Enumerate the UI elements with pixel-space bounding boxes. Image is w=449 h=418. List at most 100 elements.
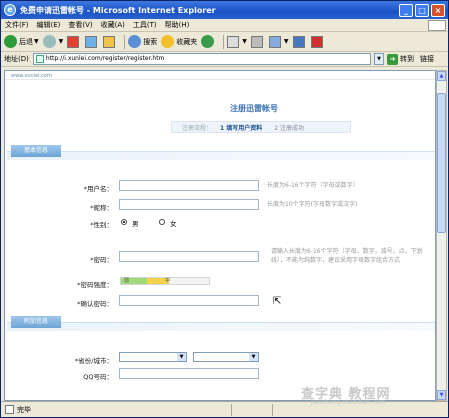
province-city-label: *省份/城市： [75, 357, 113, 365]
browser-window: e 免费申请迅雷帐号 - Microsoft Internet Explorer… [0, 0, 449, 418]
back-label: 后退 [19, 37, 33, 46]
chevron-down-icon: ▼ [177, 353, 186, 361]
username-input[interactable] [119, 180, 259, 191]
scroll-down-icon[interactable]: ▼ [437, 390, 446, 400]
mail-button[interactable]: ▼ [227, 35, 247, 48]
registration-steps: 注册流程： 1 填写用户资料 2 注册成功 [171, 121, 351, 133]
edit-button[interactable]: ▼ [268, 35, 289, 48]
password-strength-meter: 弱 中 [120, 277, 210, 285]
password-input[interactable] [119, 251, 259, 262]
vertical-scrollbar[interactable]: ▲ ▼ [436, 70, 447, 401]
city-select[interactable]: ▼ [193, 352, 259, 362]
page-title: 注册迅雷帐号 [230, 104, 278, 113]
section-bar-extra [7, 322, 435, 331]
address-label: 地址(D) [4, 55, 29, 63]
scroll-up-icon[interactable]: ▲ [437, 71, 446, 81]
print-icon [250, 35, 263, 48]
status-text: 完毕 [17, 405, 31, 414]
ie-logo-icon: e [4, 4, 16, 16]
section-extra-tab: 附加信息 [11, 316, 61, 328]
maximize-button[interactable]: □ [415, 3, 429, 17]
back-button[interactable]: 后退 ▼ [4, 35, 39, 48]
qq-label: QQ号码： [83, 373, 113, 381]
password-hint: 请输入长度为6-16个字符（字母，数字，减号，点，下划线），不能为纯数字，建议采… [271, 248, 423, 264]
links-button[interactable]: 链接 [420, 54, 434, 64]
close-button[interactable]: × [431, 3, 445, 17]
nickname-label: *昵称： [90, 204, 113, 212]
menu-view[interactable]: 查看(V) [68, 20, 92, 30]
history-button[interactable] [201, 35, 216, 48]
toolbar-separator [124, 34, 126, 49]
menu-edit[interactable]: 编辑(E) [37, 20, 61, 30]
step-1: 1 填写用户资料 [220, 124, 263, 132]
address-url: http://i.xunlei.com/register/register.ht… [45, 55, 165, 62]
search-icon [128, 35, 142, 48]
address-dropdown[interactable]: ▼ [374, 53, 384, 65]
go-button[interactable]: 转到 [400, 54, 414, 64]
home-icon [103, 35, 116, 48]
section-basic-tab: 基本信息 [11, 145, 61, 157]
menu-favorites[interactable]: 收藏(A) [101, 20, 125, 30]
search-label: 搜索 [143, 37, 158, 46]
steps-label: 注册流程： [182, 124, 213, 132]
qq-input[interactable] [119, 368, 259, 379]
scroll-thumb[interactable] [437, 93, 446, 233]
print-button[interactable] [250, 35, 265, 48]
menu-bar: 文件(F) 编辑(E) 查看(V) 收藏(A) 工具(T) 帮助(H) [1, 19, 448, 32]
address-input[interactable]: http://i.xunlei.com/register/register.ht… [32, 53, 371, 65]
edit-icon [268, 35, 281, 48]
mouse-cursor-icon: ⇱ [273, 296, 282, 307]
gender-male-label: 男 [132, 220, 139, 228]
nickname-input[interactable] [119, 199, 259, 210]
strength-weak-text: 弱 [124, 278, 130, 284]
thunder-icon [292, 35, 305, 48]
stop-icon [67, 35, 80, 48]
home-button[interactable] [103, 35, 117, 48]
username-hint: 长度为6-16个字符（字母或数字） [267, 182, 359, 189]
minimize-button[interactable]: _ [399, 3, 413, 17]
star-icon [161, 35, 175, 48]
page-icon [35, 55, 44, 63]
thunder-button[interactable] [292, 35, 307, 48]
status-divider [272, 403, 273, 416]
confirm-password-label: *确认密码： [77, 300, 113, 308]
divider [5, 79, 435, 80]
province-select[interactable]: ▼ [119, 352, 187, 362]
gender-female-radio[interactable] [159, 219, 165, 225]
gender-label: *性别： [90, 221, 113, 229]
page-done-icon [5, 405, 14, 414]
menu-help[interactable]: 帮助(H) [165, 20, 190, 30]
password-strength-label: *密码强度： [77, 281, 113, 289]
gender-female-label: 女 [170, 220, 177, 228]
nickname-hint: 长度为10个字符(字母数字或汉字) [267, 201, 358, 208]
step-2: 2 注册成功 [274, 124, 305, 132]
password-label: *密码： [90, 256, 113, 264]
chevron-down-icon: ▼ [249, 353, 258, 361]
menu-file[interactable]: 文件(F) [5, 20, 29, 30]
username-label: *用户名： [83, 185, 113, 193]
flashget-icon [310, 35, 323, 48]
window-title: 免费申请迅雷帐号 - Microsoft Internet Explorer [20, 5, 216, 15]
toolbar-separator [223, 34, 225, 49]
history-icon [201, 35, 215, 48]
status-divider [231, 403, 232, 416]
refresh-icon [85, 35, 98, 48]
go-arrow-icon[interactable]: ➜ [387, 53, 398, 65]
forward-arrow-icon [42, 35, 56, 48]
windows-flag-icon [428, 19, 446, 31]
favorites-button[interactable]: 收藏夹 [161, 35, 197, 48]
mail-icon [227, 35, 240, 48]
confirm-password-input[interactable] [119, 295, 259, 306]
stop-button[interactable] [67, 35, 81, 48]
title-bar: e 免费申请迅雷帐号 - Microsoft Internet Explorer… [1, 1, 448, 19]
address-bar: 地址(D) http://i.xunlei.com/register/regis… [1, 52, 448, 67]
gender-male-radio[interactable] [121, 219, 127, 225]
menu-tools[interactable]: 工具(T) [133, 20, 157, 30]
back-arrow-icon [4, 35, 17, 48]
flashget-button[interactable] [310, 35, 325, 48]
forward-button[interactable]: ▼ [42, 35, 63, 48]
refresh-button[interactable] [85, 35, 99, 48]
strength-medium-text: 中 [165, 278, 171, 284]
favorites-label: 收藏夹 [176, 37, 198, 46]
search-button[interactable]: 搜索 [128, 35, 157, 48]
